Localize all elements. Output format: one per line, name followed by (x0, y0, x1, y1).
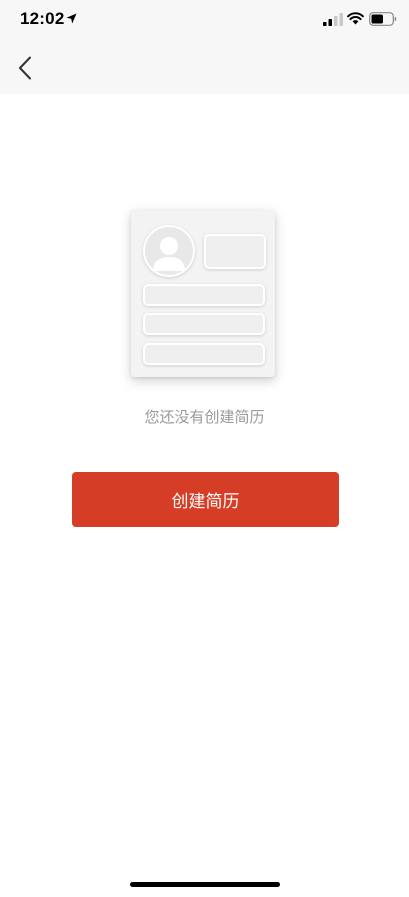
empty-state-message: 您还没有创建简历 (144, 409, 265, 426)
resume-placeholder-icon (131, 210, 275, 377)
text-line-placeholder (143, 343, 265, 365)
name-placeholder (204, 234, 266, 269)
resume-card (131, 210, 275, 377)
back-button[interactable] (10, 52, 42, 86)
cellular-signal-icon (323, 13, 343, 26)
text-line-placeholder (143, 313, 265, 335)
chevron-left-icon (19, 56, 31, 80)
home-indicator[interactable] (130, 882, 280, 887)
battery-icon (369, 12, 397, 26)
wifi-icon (347, 12, 364, 25)
location-arrow-icon (66, 13, 77, 24)
avatar-placeholder-icon (143, 225, 195, 277)
text-line-placeholder (143, 284, 265, 306)
create-resume-button[interactable]: 创建简历 (72, 472, 339, 527)
status-time: 12:02 (20, 9, 65, 28)
